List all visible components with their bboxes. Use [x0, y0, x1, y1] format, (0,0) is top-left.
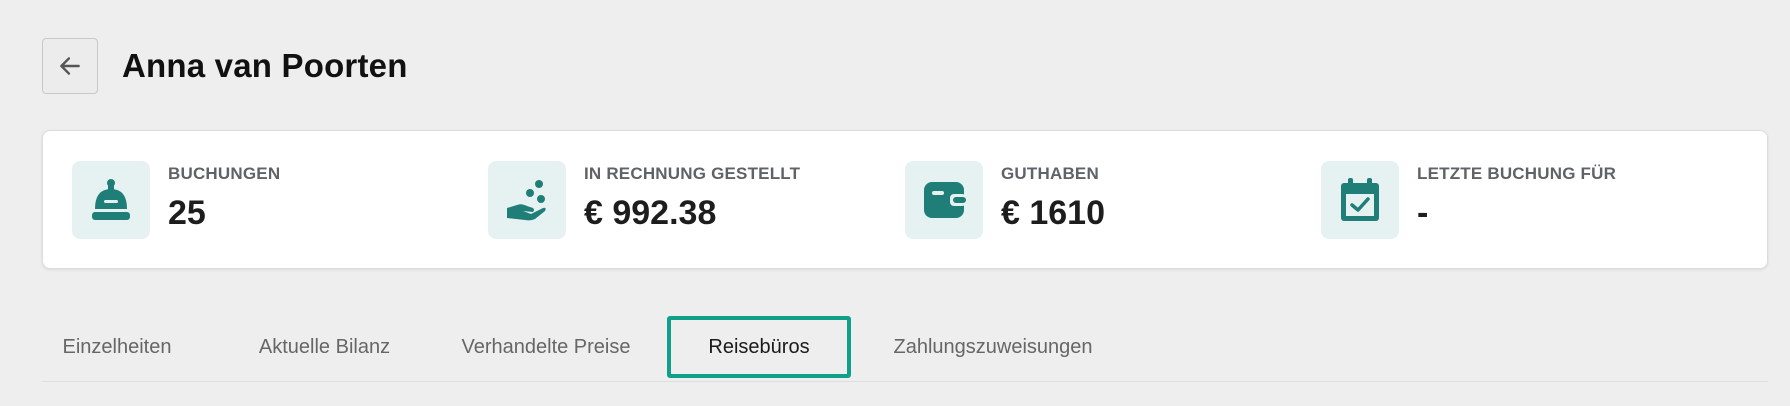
stat-invoiced: IN RECHNUNG GESTELLT € 992.38	[488, 161, 800, 239]
stat-label: GUTHABEN	[1001, 164, 1099, 183]
stat-value: 25	[168, 194, 206, 232]
tab-zahlungszuweisungen[interactable]: Zahlungszuweisungen	[869, 316, 1117, 378]
stat-icon-container	[72, 161, 150, 239]
stats-card: BUCHUNGEN 25 IN RECHNUNG GESTELLT € 992.…	[42, 130, 1768, 269]
tab-verhandelte-preise[interactable]: Verhandelte Preise	[446, 316, 646, 378]
page-title: Anna van Poorten	[122, 47, 408, 84]
tab-bar: Einzelheiten Aktuelle Bilanz Verhandelte…	[42, 310, 1768, 382]
service-bell-icon	[92, 179, 130, 220]
stat-label: IN RECHNUNG GESTELLT	[584, 164, 801, 183]
stat-icon-container	[1321, 161, 1399, 239]
stat-value: -	[1417, 194, 1429, 232]
stat-value: € 1610	[1001, 194, 1105, 232]
stat-value: € 992.38	[584, 194, 717, 232]
page-header: Anna van Poorten	[42, 38, 408, 94]
stat-label: BUCHUNGEN	[168, 164, 281, 183]
arrow-left-icon	[60, 57, 80, 75]
stat-icon-container	[905, 161, 983, 239]
stat-bookings: BUCHUNGEN 25	[72, 161, 280, 239]
back-button[interactable]	[42, 38, 98, 94]
stat-last-booking: LETZTE BUCHUNG FÜR -	[1321, 161, 1616, 239]
tab-reisebueros[interactable]: Reisebüros	[667, 316, 851, 378]
hand-coins-icon	[507, 180, 546, 221]
stat-credit: GUTHABEN € 1610	[905, 161, 1105, 239]
wallet-icon	[924, 182, 966, 218]
stat-icon-container	[488, 161, 566, 239]
tab-aktuelle-bilanz[interactable]: Aktuelle Bilanz	[237, 316, 412, 378]
tab-einzelheiten[interactable]: Einzelheiten	[42, 316, 192, 378]
stat-label: LETZTE BUCHUNG FÜR	[1417, 164, 1617, 183]
calendar-check-icon	[1341, 178, 1379, 221]
